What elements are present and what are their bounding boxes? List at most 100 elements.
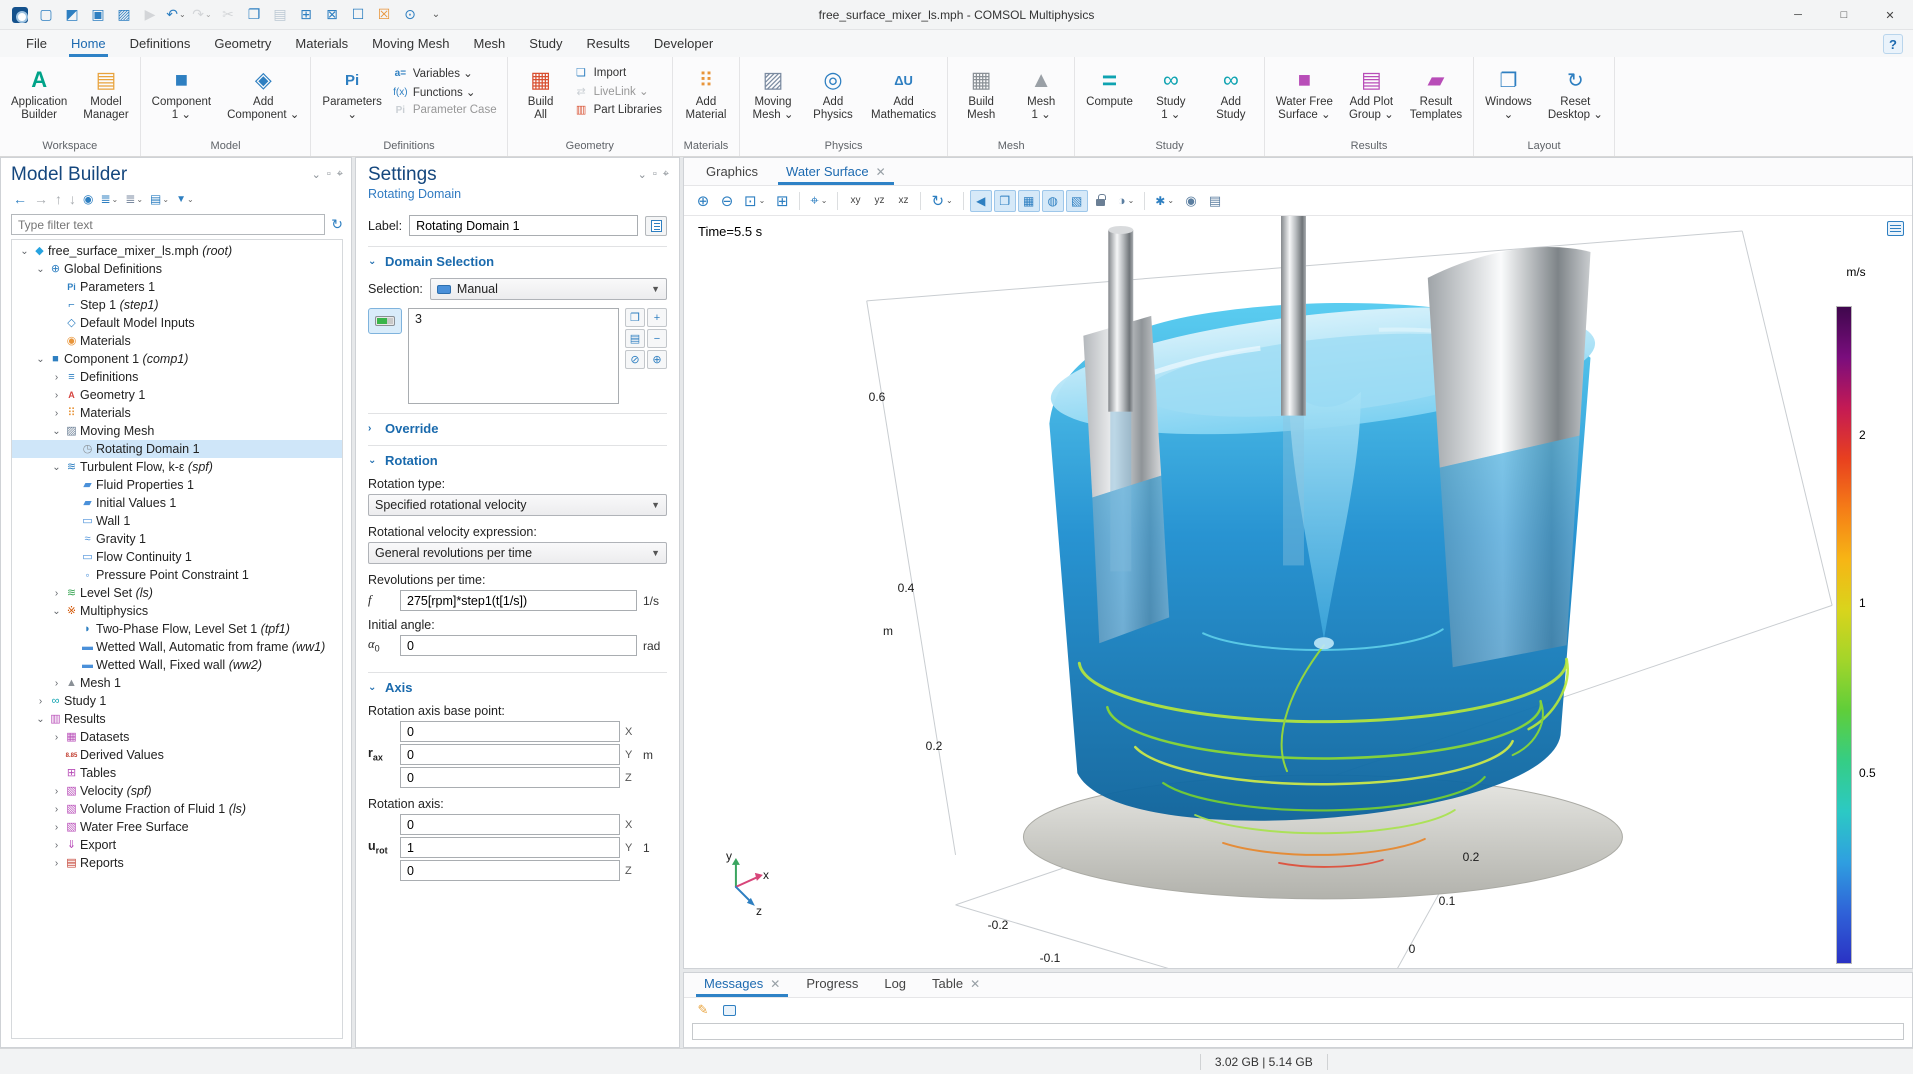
rotation-type-dropdown[interactable]: Specified rotational velocity ▼ [368, 494, 667, 516]
parameters-button[interactable]: PiParameters⌄ [315, 61, 388, 123]
clear-selection-icon[interactable]: ⊘ [625, 350, 645, 369]
active-toggle-button[interactable] [368, 308, 402, 334]
refresh-icon[interactable]: ↻ [331, 216, 343, 233]
run-icon[interactable]: ▶ [138, 3, 162, 27]
panel-pin-icon[interactable]: ⌖ [337, 168, 343, 181]
tree-expander[interactable]: ⌄ [50, 462, 63, 473]
functions-button[interactable]: f(x)Functions ⌄ [391, 84, 503, 100]
ribbon-tab-materials[interactable]: Materials [283, 32, 360, 57]
tree-node-fluid-properties-1[interactable]: ▰Fluid Properties 1 [12, 476, 342, 494]
tree-node-water-free-surface[interactable]: ›▧Water Free Surface [12, 818, 342, 836]
environment-reflections-icon[interactable]: ◍ [1042, 190, 1064, 212]
move-down-icon[interactable]: ↓ [67, 190, 78, 208]
show-grid-icon[interactable]: ▦ [1018, 190, 1040, 212]
tree-node-wall-1[interactable]: ▭Wall 1 [12, 512, 342, 530]
paste-icon[interactable]: ▤ [268, 3, 292, 27]
scene-light-icon[interactable]: ◀ [970, 190, 992, 212]
water-free-surface-button[interactable]: ■Water FreeSurface ⌄ [1269, 61, 1340, 123]
tree-node-definitions[interactable]: ›≡Definitions [12, 368, 342, 386]
help-button[interactable]: ? [1883, 34, 1903, 54]
color-theme-icon[interactable]: ◑⌄ [1114, 190, 1139, 212]
part-libraries-button[interactable]: ▥Part Libraries [572, 102, 668, 117]
close-tab-icon[interactable]: ✕ [876, 165, 886, 179]
tree-node-tables[interactable]: ⊞Tables [12, 764, 342, 782]
zoom-to-selection-icon[interactable]: ⊕ [647, 350, 667, 369]
go-back-icon[interactable]: ← [11, 190, 29, 208]
tree-expander[interactable]: › [34, 696, 47, 707]
tree-node-initial-values-1[interactable]: ▰Initial Values 1 [12, 494, 342, 512]
tree-node-rotating-domain-1[interactable]: ◷Rotating Domain 1 [12, 440, 342, 458]
livelink-button[interactable]: ⇄LiveLink ⌄ [572, 83, 668, 99]
paste-selection-icon[interactable]: ▤ [625, 329, 645, 348]
tree-expander[interactable]: › [50, 858, 63, 869]
tree-node-two-phase-flow-level-set-1[interactable]: ◗Two-Phase Flow, Level Set 1 (tpf1) [12, 620, 342, 638]
model-manager-button[interactable]: ▤ModelManager [76, 61, 135, 123]
go-to-xy-view-icon[interactable]: xy [844, 190, 866, 212]
default-3d-view-icon[interactable]: ⌖⌄ [806, 190, 831, 212]
rotation-axis-y-input[interactable] [400, 837, 620, 858]
information-tab-table[interactable]: Table✕ [920, 972, 992, 997]
clear-messages-icon[interactable]: ✎ [692, 999, 714, 1021]
clear-selection-icon[interactable]: ☒ [372, 3, 396, 27]
tree-node-step-1[interactable]: ⌐Step 1 (step1) [12, 296, 342, 314]
ribbon-tab-file[interactable]: File [14, 32, 59, 57]
tree-node-volume-fraction-of-fluid-1[interactable]: ›▧Volume Fraction of Fluid 1 (ls) [12, 800, 342, 818]
component-1-button[interactable]: ■Component1 ⌄ [145, 61, 218, 123]
ribbon-tab-developer[interactable]: Developer [642, 32, 725, 57]
tree-node-datasets[interactable]: ›▦Datasets [12, 728, 342, 746]
tree-expander[interactable]: ⌄ [50, 606, 63, 617]
tree-node-free-surface-mixer-ls-mph[interactable]: ⌄◆free_surface_mixer_ls.mph (root) [12, 242, 342, 260]
tree-node-reports[interactable]: ›▤Reports [12, 854, 342, 872]
add-physics-button[interactable]: ◎AddPhysics [804, 61, 862, 123]
tree-expander[interactable]: ⌄ [34, 354, 47, 365]
collapse-all-icon[interactable]: ≣⌄ [123, 191, 145, 207]
tree-node-component-1[interactable]: ⌄■Component 1 (comp1) [12, 350, 342, 368]
tree-node-geometry-1[interactable]: ›AGeometry 1 [12, 386, 342, 404]
tree-expander[interactable]: › [50, 408, 63, 419]
base-point-x-input[interactable] [400, 721, 620, 742]
select-icon[interactable]: ☐ [346, 3, 370, 27]
filter-icon[interactable]: ▼⌄ [174, 193, 196, 206]
tree-node-materials[interactable]: ◉Materials [12, 332, 342, 350]
delete-icon[interactable]: ⊠ [320, 3, 344, 27]
zoom-in-icon[interactable]: ⊕ [692, 190, 714, 212]
find-icon[interactable]: ⊙ [398, 3, 422, 27]
minimize-button[interactable]: ─ [1775, 0, 1821, 30]
ribbon-tab-geometry[interactable]: Geometry [202, 32, 283, 57]
information-tab-progress[interactable]: Progress [794, 972, 870, 997]
tree-node-results[interactable]: ⌄▥Results [12, 710, 342, 728]
moving-mesh-button[interactable]: ▨MovingMesh ⌄ [744, 61, 802, 123]
tree-expander[interactable]: › [50, 588, 63, 599]
tree-expander[interactable]: ⌄ [50, 426, 63, 437]
result-templates-button[interactable]: ▰ResultTemplates [1403, 61, 1469, 123]
tree-expander[interactable]: › [50, 372, 63, 383]
tree-node-wetted-wall-fixed-wall[interactable]: ▬Wetted Wall, Fixed wall (ww2) [12, 656, 342, 674]
close-tab-icon[interactable]: ✕ [970, 977, 980, 991]
close-tab-icon[interactable]: ✕ [770, 977, 780, 991]
panel-menu-icon[interactable]: ⌄ [638, 168, 647, 201]
panel-float-icon[interactable]: ▫ [327, 168, 331, 181]
zoom-extents-icon[interactable]: ⊞ [771, 190, 793, 212]
tree-node-pressure-point-constraint-1[interactable]: ◦Pressure Point Constraint 1 [12, 566, 342, 584]
close-button[interactable]: ✕ [1867, 0, 1913, 30]
go-forward-icon[interactable]: → [32, 190, 50, 208]
add-material-button[interactable]: ⠿AddMaterial [677, 61, 735, 123]
open-icon[interactable]: ◩ [60, 3, 84, 27]
lock-view-icon[interactable] [1090, 190, 1112, 212]
tree-node-gravity-1[interactable]: ≈Gravity 1 [12, 530, 342, 548]
ribbon-tab-moving-mesh[interactable]: Moving Mesh [360, 32, 461, 57]
redo-icon[interactable]: ↷⌄ [190, 3, 214, 27]
go-to-xz-view-icon[interactable]: xz [892, 190, 914, 212]
build-mesh-button[interactable]: ▦BuildMesh [952, 61, 1010, 123]
add-component-button[interactable]: ◈AddComponent ⌄ [220, 61, 306, 123]
study-1-button[interactable]: ∞Study1 ⌄ [1142, 61, 1200, 123]
axis-header[interactable]: ⌄ Axis [368, 680, 667, 695]
add-study-button[interactable]: ∞AddStudy [1202, 61, 1260, 123]
model-tree-node-text-icon[interactable]: ▤⌄ [148, 191, 171, 207]
selection-list-item[interactable]: 3 [415, 312, 612, 326]
panel-float-icon[interactable]: ▫ [653, 168, 657, 201]
tree-node-parameters-1[interactable]: PiParameters 1 [12, 278, 342, 296]
show-name-button[interactable] [645, 216, 667, 236]
zoom-out-icon[interactable]: ⊖ [716, 190, 738, 212]
initial-angle-input[interactable] [400, 635, 637, 656]
